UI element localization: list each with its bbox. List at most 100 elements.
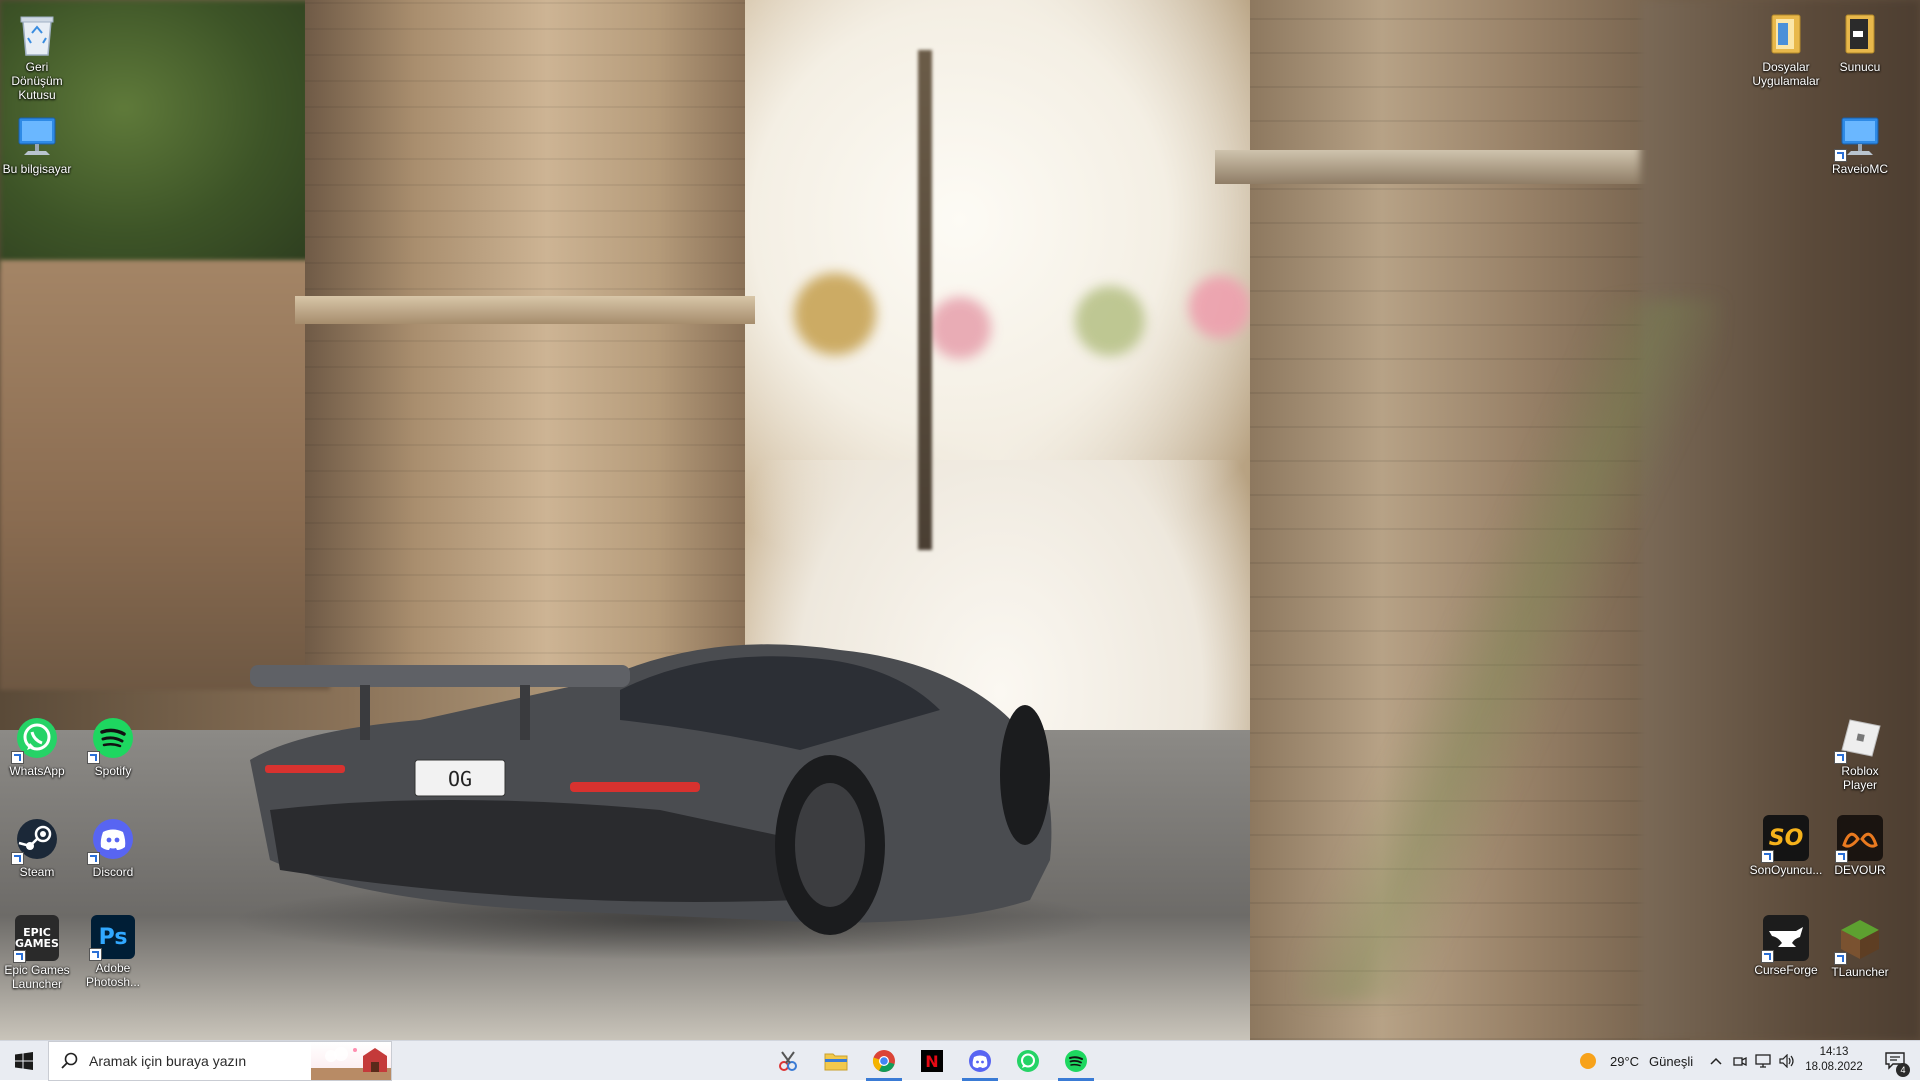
desktop-icon-roblox[interactable]: Roblox Player: [1823, 710, 1897, 792]
spotify-icon: [87, 714, 137, 764]
desktop-icon-label: SonOyuncu...: [1749, 863, 1823, 877]
desktop-icon-label: Bu bilgisayar: [2, 162, 72, 176]
tray-volume[interactable]: [1778, 1041, 1796, 1081]
desktop-icon-label: DEVOUR: [1834, 863, 1886, 877]
taskbar-whatsapp[interactable]: [1004, 1041, 1052, 1081]
desktop-icon-spotify[interactable]: Spotify: [76, 710, 150, 778]
start-button[interactable]: [0, 1041, 48, 1081]
shortcut-arrow-icon: [1761, 850, 1774, 863]
desktop-icon-this-pc[interactable]: Bu bilgisayar: [0, 108, 74, 176]
taskbar-clock[interactable]: 14:13 18.08.2022: [1800, 1045, 1868, 1075]
curseforge-icon: [1761, 915, 1809, 963]
roblox-icon: [1834, 714, 1884, 764]
clock-date: 18.08.2022: [1805, 1061, 1863, 1073]
clock-time: 14:13: [1819, 1046, 1849, 1058]
tray-network[interactable]: [1754, 1041, 1772, 1081]
wallpaper-lamp-post: [918, 50, 932, 550]
desktop-icon-epic-games[interactable]: EPIC GAMES Epic Games Launcher: [0, 911, 74, 991]
taskbar-discord[interactable]: [956, 1041, 1004, 1081]
desktop-icon-devour[interactable]: DEVOUR: [1823, 811, 1897, 877]
netflix-logo-text: N: [925, 1051, 939, 1071]
steam-icon: [11, 815, 61, 865]
epic-games-icon: EPIC GAMES: [13, 915, 59, 963]
notification-count-badge: 4: [1896, 1063, 1910, 1077]
snipping-tool-icon: [779, 1051, 797, 1071]
computer-shortcut-icon: [1834, 112, 1884, 162]
discord-icon: [87, 815, 137, 865]
taskbar-chrome[interactable]: [860, 1041, 908, 1081]
desktop-icon-steam[interactable]: Steam: [0, 811, 74, 879]
desktop-icon-curseforge[interactable]: CurseForge: [1749, 911, 1823, 977]
whatsapp-icon: [1017, 1050, 1039, 1072]
show-hidden-icons-button[interactable]: [1708, 1041, 1724, 1081]
desktop-icon-label: WhatsApp: [9, 764, 65, 778]
desktop-icon-tlauncher[interactable]: TLauncher: [1823, 911, 1897, 979]
folder-files-icon: [1762, 10, 1810, 58]
taskbar-snipping-tool[interactable]: [764, 1041, 812, 1081]
notification-center-button[interactable]: 4: [1870, 1041, 1920, 1081]
shortcut-arrow-icon: [87, 852, 100, 865]
desktop-icon-label: CurseForge: [1754, 963, 1818, 977]
desktop-icon-recycle-bin[interactable]: Geri Dönüşüm Kutusu: [0, 6, 74, 102]
shortcut-arrow-icon: [89, 948, 102, 961]
shortcut-arrow-icon: [87, 751, 100, 764]
desktop-icon-label: Epic Games Launcher: [4, 963, 70, 991]
desktop-icon-label: Spotify: [94, 764, 132, 778]
license-plate-text: OG: [448, 767, 472, 791]
desktop-icon-raveiomc[interactable]: RaveioMC: [1823, 108, 1897, 176]
taskbar: Aramak için buraya yazın N 29°C Güneşli …: [0, 1040, 1920, 1081]
chrome-icon: [872, 1050, 895, 1072]
desktop-icon-sonoyuncu[interactable]: SO SonOyuncu...: [1749, 811, 1823, 877]
search-icon: [61, 1052, 78, 1069]
desktop-icon-label: Roblox Player: [1841, 764, 1879, 792]
shortcut-arrow-icon: [11, 751, 24, 764]
desktop-icon-sunucu[interactable]: Sunucu: [1823, 6, 1897, 74]
photoshop-logo-text: Ps: [98, 924, 128, 950]
desktop-icon-dosyalar[interactable]: Dosyalar Uygulamalar: [1749, 6, 1823, 88]
chevron-up-icon: [1710, 1057, 1722, 1065]
taskbar-netflix[interactable]: N: [908, 1041, 956, 1081]
search-highlight-illustration: [311, 1042, 391, 1080]
taskbar-spotify[interactable]: [1052, 1041, 1100, 1081]
wallpaper-trees: [760, 230, 1260, 370]
taskbar-search-box[interactable]: Aramak için buraya yazın: [48, 1041, 392, 1081]
folder-server-icon: [1836, 10, 1884, 58]
tray-meet-now[interactable]: [1732, 1041, 1748, 1081]
shortcut-arrow-icon: [1761, 950, 1774, 963]
photoshop-icon: Ps: [89, 915, 135, 961]
devour-icon: [1835, 815, 1883, 863]
shortcut-arrow-icon: [1834, 149, 1847, 162]
desktop-icon-whatsapp[interactable]: WhatsApp: [0, 710, 74, 778]
search-placeholder: Aramak için buraya yazın: [89, 1053, 247, 1069]
taskbar-file-explorer[interactable]: [812, 1041, 860, 1081]
desktop-icon-label: Dosyalar Uygulamalar: [1752, 60, 1820, 88]
whatsapp-icon: [11, 714, 61, 764]
desktop-icon-label: Adobe Photosh...: [85, 961, 141, 989]
volume-icon: [1779, 1054, 1794, 1068]
spotify-icon: [1065, 1050, 1087, 1072]
desktop-icon-label: Discord: [92, 865, 134, 879]
desktop-wallpaper: OG: [0, 0, 1920, 1040]
this-pc-icon: [13, 112, 61, 160]
discord-icon: [969, 1050, 991, 1072]
sonoyuncu-logo-text: SO: [1768, 825, 1804, 851]
camera-icon: [1733, 1056, 1747, 1067]
desktop-icon-label: Sunucu: [1839, 60, 1881, 74]
desktop-icon-photoshop[interactable]: Ps Adobe Photosh...: [76, 911, 150, 989]
recycle-bin-icon: [13, 10, 61, 58]
weather-condition: Güneşli: [1649, 1053, 1694, 1069]
shortcut-arrow-icon: [1835, 850, 1848, 863]
wallpaper-foliage: [1300, 300, 1720, 1000]
shortcut-arrow-icon: [11, 852, 24, 865]
desktop-icon-discord[interactable]: Discord: [76, 811, 150, 879]
desktop-icon-label: TLauncher: [1831, 965, 1889, 979]
desktop-icon-label: Geri Dönüşüm Kutusu: [11, 60, 63, 102]
desktop-icon-label: RaveioMC: [1831, 162, 1888, 176]
sonoyuncu-icon: SO: [1761, 815, 1809, 863]
file-explorer-icon: [824, 1053, 848, 1071]
weather-widget[interactable]: 29°C Güneşli: [1580, 1041, 1693, 1081]
sun-icon: [1580, 1053, 1596, 1069]
tlauncher-icon: [1834, 915, 1884, 965]
wallpaper-car: OG: [250, 644, 1052, 935]
wallpaper-left-pillar-cap: [295, 296, 755, 324]
